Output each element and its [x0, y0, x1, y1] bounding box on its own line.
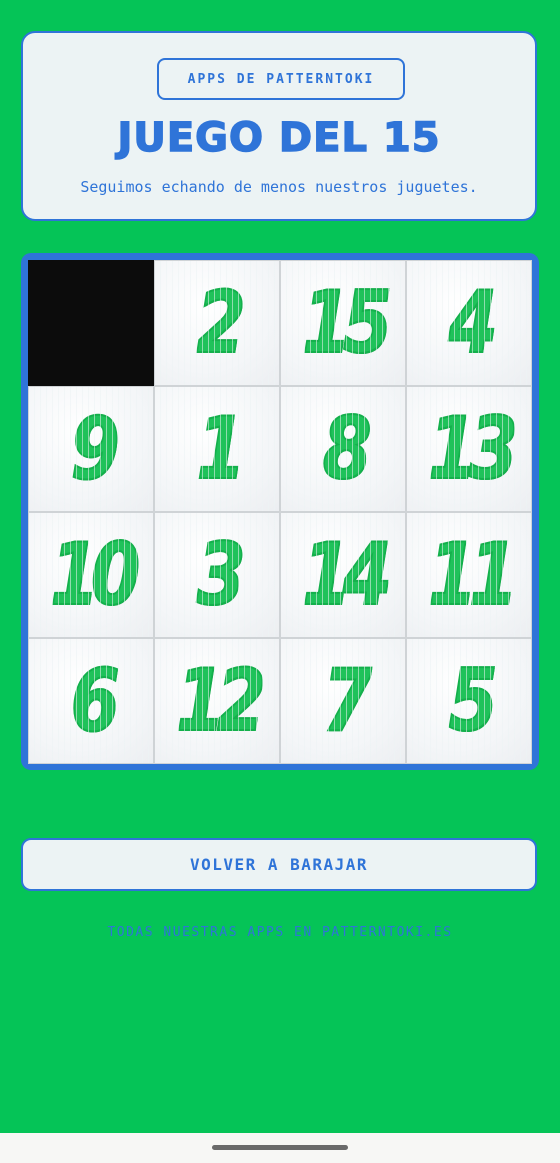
puzzle-tile[interactable]: 12 [154, 638, 280, 764]
tile-number: 5 [448, 650, 499, 752]
puzzle-tile[interactable]: 14 [280, 512, 406, 638]
tile-number: 3 [196, 524, 247, 626]
footer-link[interactable]: TODAS NUESTRAS APPS EN PATTERNTOKI.ES [0, 925, 560, 940]
puzzle-tile[interactable]: 15 [280, 260, 406, 386]
tile-number: 10 [49, 524, 141, 626]
puzzle-tile[interactable]: 3 [154, 512, 280, 638]
apps-badge[interactable]: APPS DE PATTERNTOKI [157, 58, 405, 100]
puzzle-tile[interactable]: 1 [154, 386, 280, 512]
puzzle-tile[interactable]: 7 [280, 638, 406, 764]
empty-tile[interactable] [28, 260, 154, 386]
puzzle-grid: 2 15 4 9 1 8 13 10 3 14 11 6 12 7 5 [28, 260, 532, 764]
tile-number: 4 [448, 272, 499, 374]
puzzle-tile[interactable]: 4 [406, 260, 532, 386]
tile-number: 2 [196, 272, 247, 374]
puzzle-tile[interactable]: 5 [406, 638, 532, 764]
puzzle-tile[interactable]: 13 [406, 386, 532, 512]
tile-number: 11 [427, 524, 519, 626]
tile-number: 12 [175, 650, 267, 752]
home-indicator[interactable] [212, 1145, 348, 1150]
puzzle-tile[interactable]: 6 [28, 638, 154, 764]
tile-number: 13 [427, 398, 519, 500]
tile-number: 9 [70, 398, 121, 500]
puzzle-tile[interactable]: 2 [154, 260, 280, 386]
puzzle-tile[interactable]: 9 [28, 386, 154, 512]
tile-number: 1 [196, 398, 247, 500]
page-title: JUEGO DEL 15 [117, 114, 441, 162]
tile-number: 7 [322, 650, 373, 752]
tile-number: 6 [70, 650, 121, 752]
tile-number: 14 [301, 524, 393, 626]
tile-number: 8 [322, 398, 373, 500]
tile-number: 15 [301, 272, 393, 374]
puzzle-tile[interactable]: 11 [406, 512, 532, 638]
header-card: APPS DE PATTERNTOKI JUEGO DEL 15 Seguimo… [21, 31, 537, 221]
puzzle-board: 2 15 4 9 1 8 13 10 3 14 11 6 12 7 5 [21, 253, 539, 770]
subtitle: Seguimos echando de menos nuestros jugue… [80, 178, 478, 196]
system-nav-bar [0, 1133, 560, 1163]
shuffle-button[interactable]: VOLVER A BARAJAR [21, 838, 537, 891]
puzzle-tile[interactable]: 8 [280, 386, 406, 512]
puzzle-tile[interactable]: 10 [28, 512, 154, 638]
